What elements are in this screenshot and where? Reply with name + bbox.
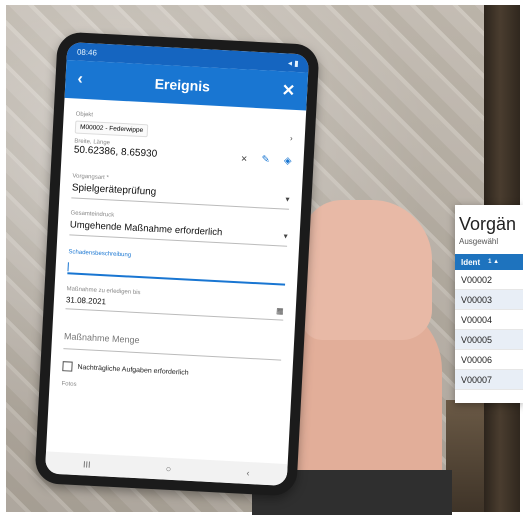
dropdown-arrow-icon[interactable]: ▾ <box>285 195 289 204</box>
close-icon[interactable]: ✕ <box>281 80 295 101</box>
gesamteindruck-value: Umgehende Maßnahme erforderlich <box>69 219 223 239</box>
row-ident: V00003 <box>461 294 493 305</box>
table-row[interactable]: V00006 <box>455 350 523 370</box>
massnahme-menge-input[interactable]: Maßnahme Menge <box>63 323 283 361</box>
home-icon[interactable]: ○ <box>166 464 172 474</box>
ident-column-header[interactable]: Ident <box>461 258 480 267</box>
calendar-icon[interactable]: ▦ <box>276 306 284 315</box>
sort-ascending-icon[interactable]: 1 ▲ <box>488 259 499 265</box>
fotos-label: Fotos <box>61 381 77 388</box>
table-row[interactable]: V00005 <box>455 330 523 350</box>
vorgangsart-value: Spielgeräteprüfung <box>71 182 157 198</box>
row-ident: V00007 <box>461 374 493 385</box>
dropdown-arrow-icon[interactable]: ▾ <box>283 232 287 241</box>
back-icon[interactable]: ‹ <box>246 468 250 478</box>
status-icons: ◂ ▮ <box>287 58 299 68</box>
nachtraeglich-label: Nachträgliche Aufgaben erforderlich <box>77 363 189 377</box>
text-cursor <box>67 262 69 272</box>
row-ident: V00006 <box>461 354 493 365</box>
row-ident: V00004 <box>461 314 493 325</box>
table-row[interactable]: V00004 <box>455 310 523 330</box>
row-ident: V00005 <box>461 334 493 345</box>
massnahme-bis-value: 31.08.2021 <box>65 295 107 307</box>
vorgaenge-list-panel: Vorgän Ausgewähl Ident 1 ▲ V00002 V00003… <box>455 205 523 403</box>
panel-title: Vorgän <box>459 214 517 234</box>
row-ident: V00002 <box>461 274 493 285</box>
table-row[interactable]: V00003 <box>455 290 523 310</box>
nachtraeglich-checkbox-row[interactable]: Nachträgliche Aufgaben erforderlich <box>62 361 280 382</box>
table-header: Ident 1 ▲ <box>455 254 523 270</box>
recent-apps-icon[interactable]: III <box>83 459 91 469</box>
status-time: 08:46 <box>76 46 98 58</box>
phone-screen: 08:46 ◂ ▮ ‹ Ereignis ✕ Objekt M00002 - F… <box>44 41 310 487</box>
smartphone: 08:46 ◂ ▮ ‹ Ereignis ✕ Objekt M00002 - F… <box>34 31 320 497</box>
nachtraeglich-checkbox[interactable] <box>62 361 73 372</box>
table-row[interactable]: V00007 <box>455 370 523 390</box>
back-arrow-icon[interactable]: ‹ <box>77 71 83 89</box>
table-row[interactable]: V00002 <box>455 270 523 290</box>
page-title: Ereignis <box>154 75 211 95</box>
android-nav-bar: III ○ ‹ <box>44 451 288 487</box>
clear-icon[interactable]: ✕ <box>241 154 248 163</box>
edit-pencil-icon[interactable]: ✎ <box>261 154 270 165</box>
massnahme-menge-placeholder: Maßnahme Menge <box>63 331 140 346</box>
gps-locate-icon[interactable]: ◈ <box>284 155 292 166</box>
panel-subtitle: Ausgewähl <box>459 237 499 246</box>
hand-fingers <box>302 200 432 340</box>
objekt-chip[interactable]: M00002 - Federwippe <box>74 120 149 138</box>
form-content: Objekt M00002 - Federwippe › Breite, Län… <box>49 98 306 399</box>
chevron-right-icon[interactable]: › <box>290 134 293 143</box>
